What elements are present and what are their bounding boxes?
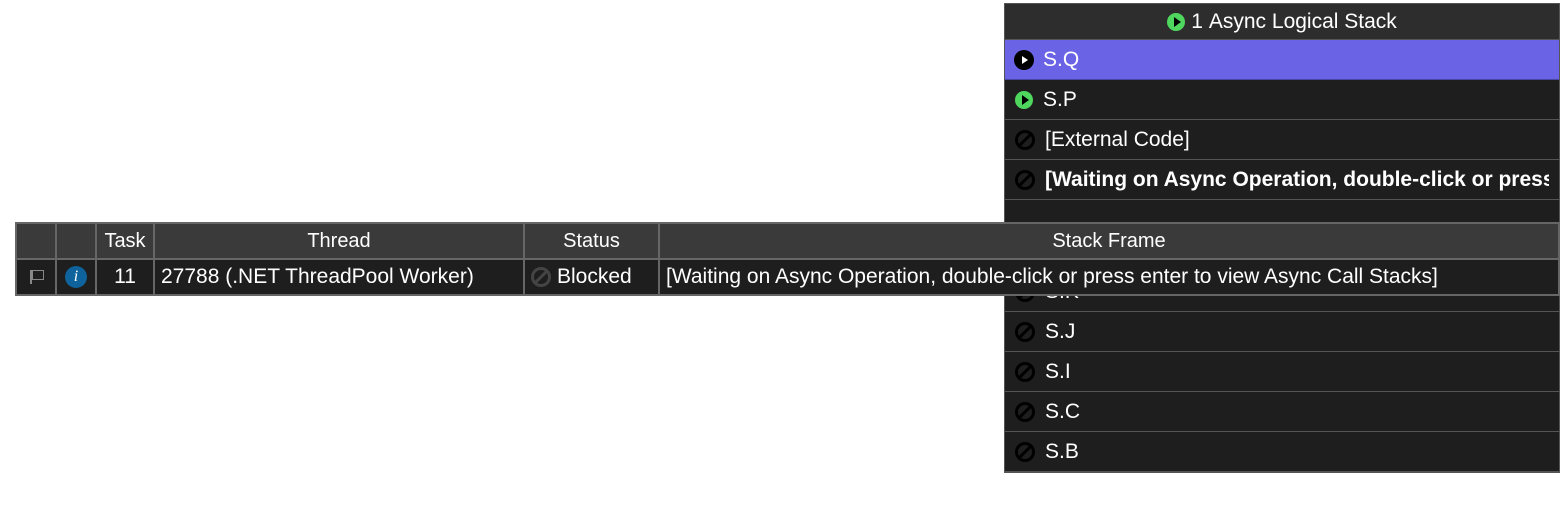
stack-frame-label: [Waiting on Async Operation, double-clic… — [1045, 168, 1549, 192]
stack-frame-row[interactable]: S.B — [1005, 432, 1559, 472]
status-text: Blocked — [557, 265, 632, 289]
no-entry-icon — [1015, 362, 1035, 382]
current-frame-icon — [1015, 51, 1033, 69]
stack-frame-row[interactable]: [External Code] — [1005, 120, 1559, 160]
thread-cell: 27788 (.NET ThreadPool Worker) — [154, 259, 524, 295]
status-cell: Blocked — [524, 259, 659, 295]
stack-frame-label: S.Q — [1043, 48, 1079, 72]
stack-frame-label: [External Code] — [1045, 128, 1190, 152]
stack-header-count: 1 — [1191, 10, 1203, 34]
info-cell[interactable]: i — [56, 259, 96, 295]
stack-frame-row[interactable]: S.P — [1005, 80, 1559, 120]
stack-frame-label: S.P — [1043, 88, 1077, 112]
no-entry-icon — [1015, 322, 1035, 342]
thread-grid: Task Thread Status Stack Frame i 11 2778… — [15, 222, 1560, 296]
no-entry-icon — [1015, 170, 1035, 190]
col-flag[interactable] — [16, 223, 56, 259]
no-entry-icon — [1015, 442, 1035, 462]
blocked-icon — [531, 267, 551, 287]
col-status[interactable]: Status — [524, 223, 659, 259]
stack-frame-row[interactable]: S.J — [1005, 312, 1559, 352]
flag-icon — [27, 268, 45, 286]
col-stack-frame[interactable]: Stack Frame — [659, 223, 1559, 259]
col-thread[interactable]: Thread — [154, 223, 524, 259]
stack-frame-label: S.J — [1045, 320, 1075, 344]
flag-cell[interactable] — [16, 259, 56, 295]
no-entry-icon — [1015, 402, 1035, 422]
col-task[interactable]: Task — [96, 223, 154, 259]
stack-panel-header[interactable]: 1 Async Logical Stack — [1005, 4, 1559, 40]
col-info[interactable] — [56, 223, 96, 259]
info-icon: i — [65, 266, 87, 288]
thread-grid-header-row: Task Thread Status Stack Frame — [16, 223, 1559, 259]
stack-frame-label: S.B — [1045, 440, 1079, 464]
thread-grid-row[interactable]: i 11 27788 (.NET ThreadPool Worker) Bloc… — [16, 259, 1559, 295]
stack-frame-row[interactable]: S.C — [1005, 392, 1559, 432]
stack-frame-cell: [Waiting on Async Operation, double-clic… — [659, 259, 1559, 295]
play-icon — [1015, 91, 1033, 109]
stack-frame-row[interactable]: S.Q — [1005, 40, 1559, 80]
stack-frame-label: S.I — [1045, 360, 1071, 384]
stack-frame-label: S.C — [1045, 400, 1080, 424]
stack-frame-row[interactable]: [Waiting on Async Operation, double-clic… — [1005, 160, 1559, 200]
stack-frame-row[interactable]: S.I — [1005, 352, 1559, 392]
task-cell: 11 — [96, 259, 154, 295]
play-icon — [1167, 13, 1185, 31]
stack-header-label: Async Logical Stack — [1209, 10, 1397, 34]
no-entry-icon — [1015, 130, 1035, 150]
